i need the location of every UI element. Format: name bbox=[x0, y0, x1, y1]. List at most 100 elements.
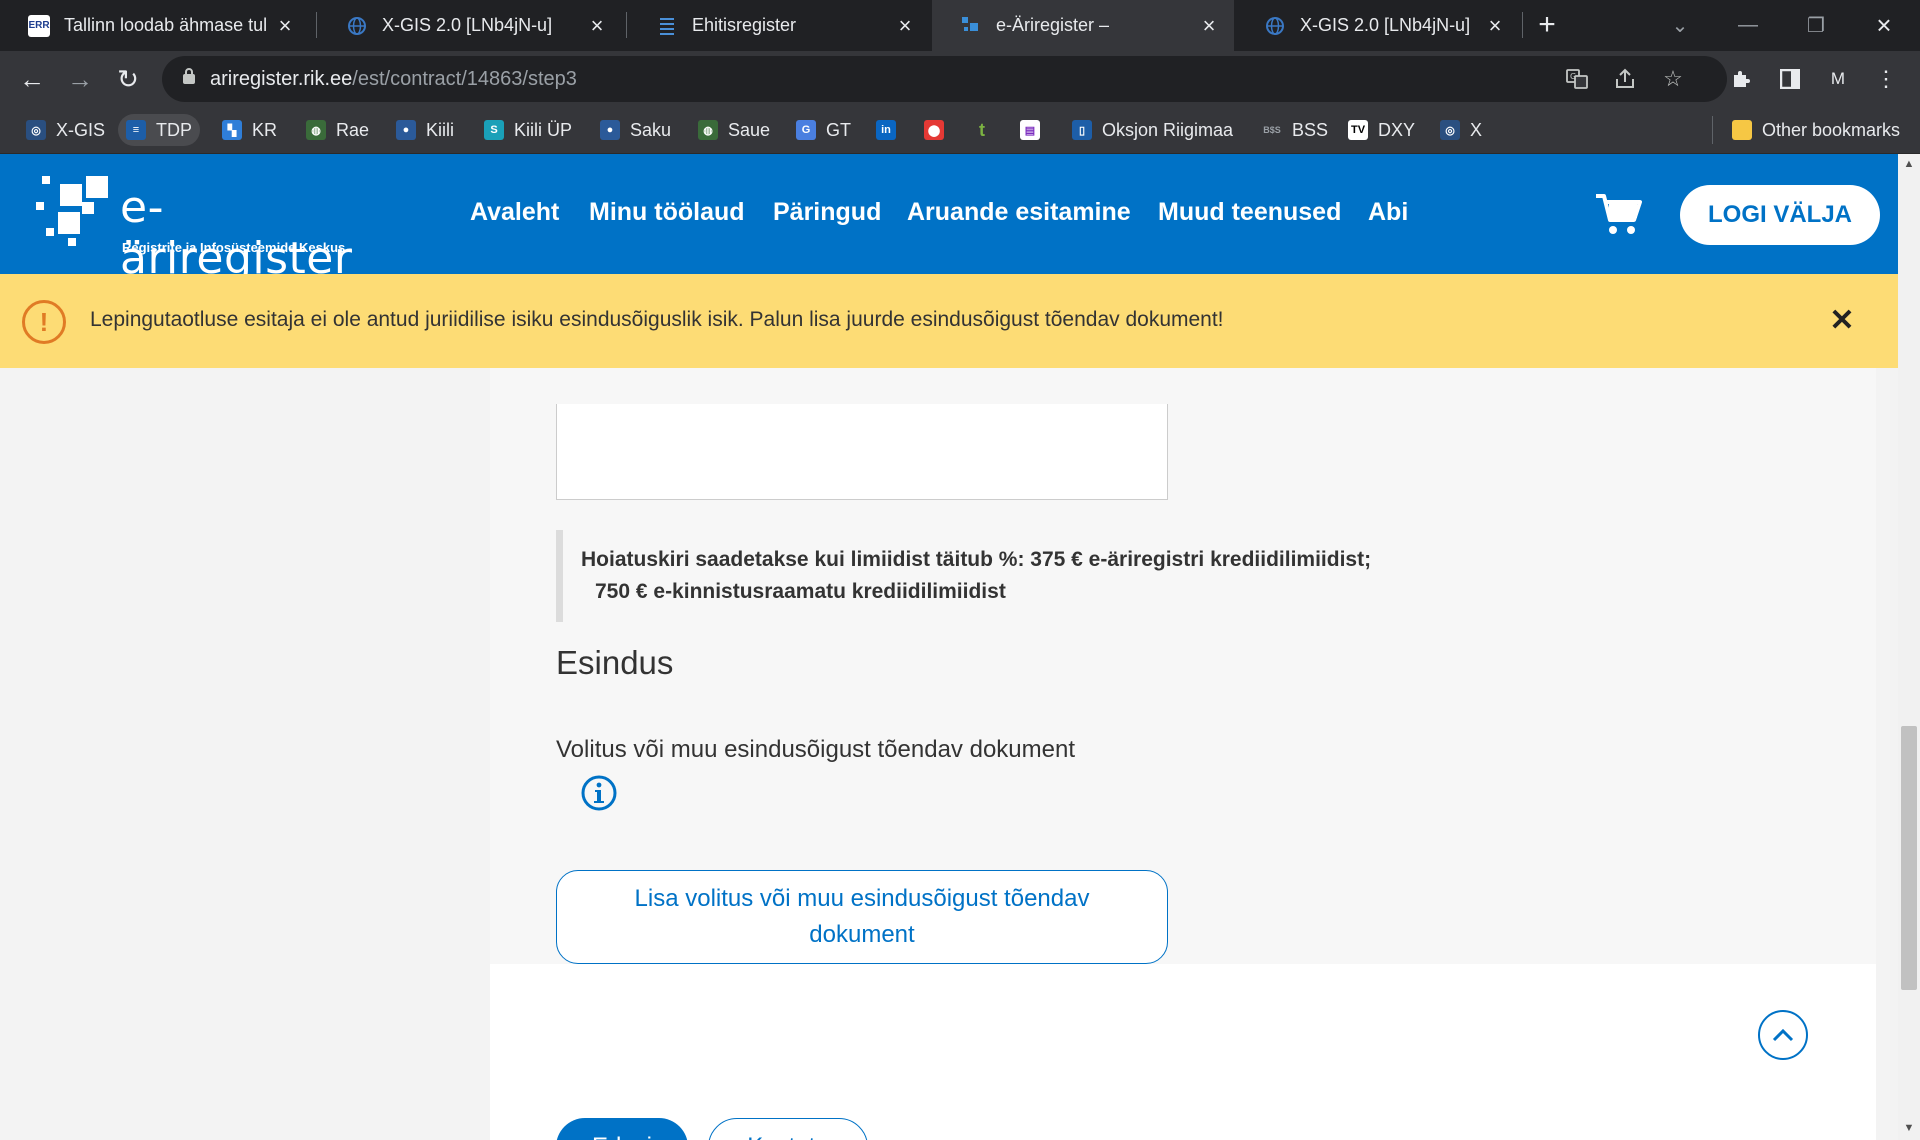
other-bookmarks-label: Other bookmarks bbox=[1762, 119, 1901, 140]
shopping-cart-icon[interactable] bbox=[1594, 192, 1642, 236]
logo-wordmark: e-äriregister bbox=[120, 182, 353, 284]
close-tab-icon[interactable]: × bbox=[586, 13, 608, 38]
globe-icon bbox=[346, 15, 368, 37]
rik-icon bbox=[960, 15, 982, 37]
bookmark-label: TDP bbox=[156, 119, 192, 140]
bookmark-kiili[interactable]: ● Kiili bbox=[388, 114, 462, 146]
rik-icon: ▚ bbox=[222, 120, 242, 140]
bookmark-linkedin[interactable]: in bbox=[868, 114, 914, 146]
bookmark-t[interactable]: t bbox=[964, 114, 1010, 146]
bookmark-dxy[interactable]: TV DXY bbox=[1340, 114, 1423, 146]
close-tab-icon[interactable]: × bbox=[1484, 13, 1506, 38]
bookmark-saku[interactable]: ● Saku bbox=[592, 114, 679, 146]
translate-icon[interactable]: G bbox=[1562, 64, 1592, 94]
new-tab-button[interactable]: + bbox=[1530, 8, 1564, 42]
address-bar[interactable]: ariregister.rik.ee/est/contract/14863/st… bbox=[162, 56, 1727, 102]
delete-button[interactable]: Kustuta bbox=[708, 1118, 868, 1140]
page-scrollbar[interactable]: ▲ ▼ bbox=[1898, 154, 1920, 1140]
window-close-icon[interactable]: × bbox=[1864, 10, 1904, 40]
document-label: Volitus või muu esindusõigust tõendav do… bbox=[556, 736, 1075, 763]
lock-icon bbox=[182, 67, 196, 91]
back-to-top-button[interactable] bbox=[1758, 1010, 1808, 1060]
bookmark-saue[interactable]: ◍ Saue bbox=[690, 114, 778, 146]
other-bookmarks[interactable]: Other bookmarks bbox=[1724, 114, 1908, 146]
bookmarks-bar: ◎ X-GIS ≡ TDP ▚ KR ◍ Rae ● Kiili S Kiili ÜP ● S… bbox=[0, 106, 1920, 154]
warning-icon: ! bbox=[22, 300, 66, 344]
kebab-menu-icon[interactable]: ⋮ bbox=[1868, 61, 1904, 97]
close-tab-icon[interactable]: × bbox=[274, 13, 296, 38]
tab-title: Ehitisregister bbox=[692, 15, 797, 35]
nav-minu-toolaud[interactable]: Minu töölaud bbox=[589, 198, 745, 227]
close-alert-icon[interactable]: ✕ bbox=[1826, 304, 1858, 337]
bookmark-bss[interactable]: B$S BSS bbox=[1254, 114, 1336, 146]
extensions-puzzle-icon[interactable] bbox=[1724, 61, 1760, 97]
bookmark-maps[interactable]: ⬤ bbox=[916, 114, 962, 146]
ehr-icon bbox=[656, 15, 678, 37]
browser-tab[interactable]: X-GIS 2.0 [LNb4jN-u] × bbox=[318, 0, 622, 51]
bookmark-gt[interactable]: G GT bbox=[788, 114, 859, 146]
tab-search-icon[interactable]: ⌄ bbox=[1660, 10, 1700, 40]
browser-tab[interactable]: ERR Tallinn loodab ähmase tul × bbox=[0, 0, 310, 51]
tab-separator bbox=[1522, 12, 1523, 38]
back-arrow-icon[interactable]: ← bbox=[14, 61, 50, 97]
globe-icon: ◎ bbox=[1440, 120, 1460, 140]
url-host: ariregister.rik.ee bbox=[210, 67, 353, 90]
scroll-down-arrow-icon[interactable]: ▼ bbox=[1903, 1122, 1915, 1134]
bookmark-label: Saku bbox=[630, 119, 672, 140]
browser-tab-active[interactable]: e-Äriregister – × bbox=[932, 0, 1234, 51]
share-icon[interactable] bbox=[1610, 64, 1640, 94]
bookmark-tdp[interactable]: ≡ TDP bbox=[118, 114, 200, 146]
minimize-icon[interactable]: — bbox=[1728, 10, 1768, 40]
close-tab-icon[interactable]: × bbox=[894, 13, 916, 38]
side-panel-icon[interactable] bbox=[1772, 61, 1808, 97]
site-logo[interactable]: e-äriregister Registrite ja Infosüsteemi… bbox=[36, 176, 376, 284]
profile-avatar[interactable]: M bbox=[1820, 61, 1856, 97]
bookmark-rae[interactable]: ◍ Rae bbox=[298, 114, 377, 146]
browser-tab[interactable]: Ehitisregister × bbox=[628, 0, 930, 51]
svg-text:G: G bbox=[1570, 72, 1576, 81]
select-field[interactable] bbox=[556, 404, 1168, 500]
tab-separator bbox=[316, 12, 317, 38]
bookmark-label: Saue bbox=[728, 119, 771, 140]
nav-aruande-esitamine[interactable]: Aruande esitamine bbox=[907, 198, 1131, 227]
note-line: Hoiatuskiri saadetakse kui limiidist täi… bbox=[581, 548, 1372, 571]
linkedin-icon: in bbox=[876, 120, 896, 140]
section-title: Esindus bbox=[556, 644, 674, 681]
bookmark-label: GT bbox=[826, 119, 851, 140]
nav-muud-teenused[interactable]: Muud teenused bbox=[1158, 198, 1341, 227]
scroll-up-arrow-icon[interactable]: ▲ bbox=[1903, 158, 1915, 170]
logo-mark-icon bbox=[36, 176, 108, 246]
reload-icon[interactable]: ↻ bbox=[110, 61, 146, 97]
add-document-button[interactable]: Lisa volitus või muu esindusõigust tõend… bbox=[556, 870, 1168, 964]
browser-toolbar: ← → ↻ ariregister.rik.ee/est/contract/14… bbox=[0, 51, 1920, 106]
form-content: Hoiatuskiri saadetakse kui limiidist täi… bbox=[490, 274, 1876, 1140]
bookmark-kr[interactable]: ▚ KR bbox=[214, 114, 285, 146]
tradingview-icon: TV bbox=[1348, 120, 1368, 140]
star-bookmark-icon[interactable]: ☆ bbox=[1658, 64, 1688, 94]
bookmark-label: Rae bbox=[336, 119, 370, 140]
nav-avaleht[interactable]: Avaleht bbox=[470, 198, 559, 227]
tab-title: X-GIS 2.0 [LNb4jN-u] bbox=[382, 15, 553, 35]
next-button[interactable]: Edasi bbox=[556, 1118, 688, 1140]
bookmark-striped[interactable]: ▤ bbox=[1012, 114, 1058, 146]
bookmark-x-gis[interactable]: ◎ X-GIS bbox=[18, 114, 113, 146]
bookmark-kiili-up[interactable]: S Kiili ÜP bbox=[476, 114, 580, 146]
limit-warning-note: Hoiatuskiri saadetakse kui limiidist täi… bbox=[556, 530, 1456, 622]
bookmark-label: X bbox=[1470, 119, 1483, 140]
restore-icon[interactable]: ❐ bbox=[1796, 10, 1836, 40]
info-icon[interactable] bbox=[580, 774, 618, 812]
doc-icon: ▯ bbox=[1072, 120, 1092, 140]
browser-tab[interactable]: X-GIS 2.0 [LNb4jN-u] × bbox=[1236, 0, 1520, 51]
logout-button[interactable]: LOGI VÄLJA bbox=[1680, 185, 1880, 245]
close-tab-icon[interactable]: × bbox=[1198, 13, 1220, 38]
nav-paringud[interactable]: Päringud bbox=[773, 198, 881, 227]
tab-title: Tallinn loodab ähmase tul bbox=[64, 15, 268, 35]
nav-abi[interactable]: Abi bbox=[1368, 198, 1408, 227]
bookmark-label: KR bbox=[252, 119, 278, 140]
form-panel: Hoiatuskiri saadetakse kui limiidist täi… bbox=[490, 274, 1876, 964]
scroll-thumb[interactable] bbox=[1901, 726, 1917, 990]
bookmark-oksjon-riigimaa[interactable]: ▯ Oksjon Riigimaa bbox=[1064, 114, 1241, 146]
bookmark-label: BSS bbox=[1292, 119, 1329, 140]
forward-arrow-icon[interactable]: → bbox=[62, 61, 98, 97]
bookmark-x[interactable]: ◎ X bbox=[1432, 114, 1490, 146]
